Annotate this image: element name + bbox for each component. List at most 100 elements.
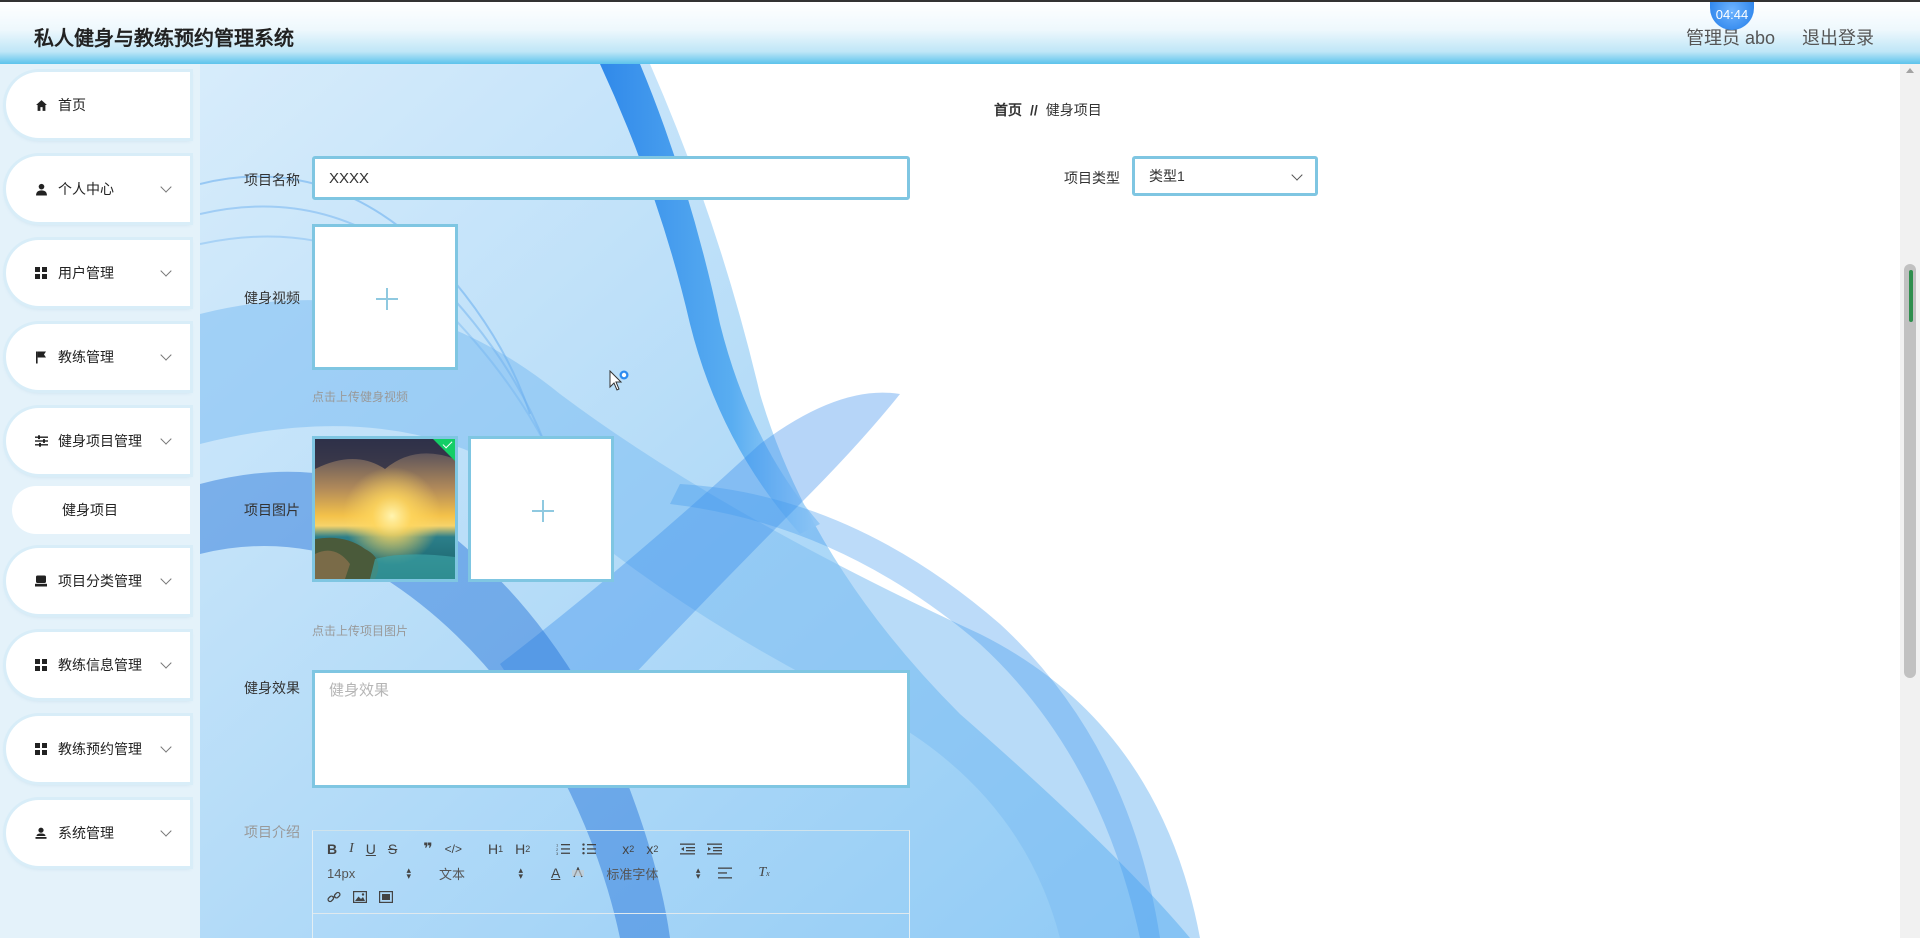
breadcrumb-home[interactable]: 首页 xyxy=(994,102,1022,118)
updown-arrows-icon: ▴ ▾ xyxy=(406,865,411,881)
paragraph-format-value: 文本 xyxy=(439,866,466,882)
sidebar-item-category-management[interactable]: 项目分类管理 xyxy=(6,548,190,614)
image-upload-hint: 点击上传项目图片 xyxy=(312,624,409,638)
bullet-list-icon[interactable] xyxy=(582,843,597,855)
project-image-label: 项目图片 xyxy=(244,502,300,518)
sidebar-item-personal-center[interactable]: 个人中心 xyxy=(6,156,190,222)
chevron-down-icon xyxy=(160,657,172,669)
header-2-button[interactable]: H2 xyxy=(515,841,530,857)
indent-increase-icon[interactable] xyxy=(707,843,723,855)
sidebar-item-label: 系统管理 xyxy=(58,825,114,841)
indent-decrease-icon[interactable] xyxy=(680,843,696,855)
uploaded-project-image[interactable] xyxy=(312,436,458,582)
top-header: 私人健身与教练预约管理系统 管理员 abo 退出登录 04:44 xyxy=(0,0,1920,64)
image-icon[interactable] xyxy=(353,891,367,903)
scroll-up-arrow-icon[interactable] xyxy=(1906,68,1914,73)
code-block-icon[interactable]: </> xyxy=(445,842,462,856)
italic-button[interactable]: I xyxy=(349,841,354,857)
editor-toolbar-row-2: 14px ▴ ▾ 文本 ▴ ▾ A 标准字体 ▴ ▾ Tx xyxy=(327,863,782,883)
project-intro-label: 项目介绍 xyxy=(244,824,300,840)
video-upload-hint: 点击上传健身视频 xyxy=(312,390,409,404)
page-scrollbar[interactable] xyxy=(1900,64,1920,938)
sidebar-item-label: 教练管理 xyxy=(58,349,114,365)
person-icon xyxy=(34,182,48,196)
logout-link[interactable]: 退出登录 xyxy=(1802,24,1874,50)
paragraph-format-select[interactable]: 文本 ▴ ▾ xyxy=(439,864,523,883)
align-icon[interactable] xyxy=(718,867,733,879)
home-icon xyxy=(34,98,48,112)
sidebar-item-fitness-project-management[interactable]: 健身项目管理 xyxy=(6,408,190,474)
font-family-select[interactable]: 标准字体 ▴ ▾ xyxy=(606,864,700,883)
chevron-down-icon xyxy=(1291,169,1303,181)
link-icon[interactable] xyxy=(327,890,341,904)
project-type-selected-value: 类型1 xyxy=(1149,168,1185,184)
sidebar-item-label: 健身项目管理 xyxy=(58,433,142,449)
sidebar-item-label: 首页 xyxy=(58,97,86,113)
image-upload-button[interactable] xyxy=(468,436,614,582)
sidebar-item-user-management[interactable]: 用户管理 xyxy=(6,240,190,306)
chevron-down-icon xyxy=(160,825,172,837)
font-color-icon[interactable]: A xyxy=(551,865,560,881)
plus-icon xyxy=(542,500,544,522)
sidebar-item-label: 项目分类管理 xyxy=(58,573,142,589)
underline-button[interactable]: U xyxy=(366,841,376,857)
project-name-field-wrapper xyxy=(312,156,910,200)
sidebar-item-label: 用户管理 xyxy=(58,265,114,281)
font-size-value: 14px xyxy=(327,865,356,881)
fitness-effect-textarea[interactable] xyxy=(315,673,907,785)
sidebar-item-label: 教练信息管理 xyxy=(58,657,142,673)
sidebar: 首页 个人中心 用户管理 教练管理 健身项目管理 健身项目 项目分类管理 教练信… xyxy=(0,64,200,938)
sidebar-subitem-fitness-project[interactable]: 健身项目 xyxy=(12,486,190,534)
font-family-value: 标准字体 xyxy=(606,866,659,882)
project-name-input[interactable] xyxy=(315,159,907,197)
updown-arrows-icon: ▴ ▾ xyxy=(518,865,523,881)
bold-button[interactable]: B xyxy=(327,841,337,857)
svg-text:3: 3 xyxy=(556,851,559,855)
strike-button[interactable]: S xyxy=(388,841,397,857)
font-size-select[interactable]: 14px ▴ ▾ xyxy=(327,866,411,881)
grid-icon xyxy=(34,266,48,280)
editor-toolbar-row-3 xyxy=(327,887,405,907)
subscript-button[interactable]: x2 xyxy=(622,841,634,857)
breadcrumb-separator: // xyxy=(1030,102,1038,118)
scroll-indicator xyxy=(1909,270,1913,322)
scrollbar-thumb[interactable] xyxy=(1904,264,1916,678)
project-type-select[interactable]: 类型1 xyxy=(1132,156,1318,196)
fitness-effect-field-wrapper xyxy=(312,670,910,788)
breadcrumb-current: 健身项目 xyxy=(1045,102,1102,118)
fitness-effect-label: 健身效果 xyxy=(244,680,300,696)
sidebar-item-coach-info-management[interactable]: 教练信息管理 xyxy=(6,632,190,698)
background-color-icon[interactable] xyxy=(572,867,585,879)
chevron-down-icon xyxy=(160,181,172,193)
clean-format-icon[interactable]: Tx xyxy=(758,865,769,881)
video-icon[interactable] xyxy=(379,891,393,903)
user-cog-icon xyxy=(34,826,48,840)
flag-icon xyxy=(34,350,48,364)
blockquote-icon[interactable]: ❞ xyxy=(423,839,432,859)
video-upload-button[interactable] xyxy=(312,224,458,370)
pointer-cursor-icon xyxy=(608,369,630,397)
grid-icon xyxy=(34,658,48,672)
box-icon xyxy=(34,574,48,588)
project-name-label: 项目名称 xyxy=(244,172,300,188)
ordered-list-icon[interactable]: 123 xyxy=(556,843,571,855)
header-1-button[interactable]: H1 xyxy=(488,841,503,857)
chevron-down-icon xyxy=(160,741,172,753)
sidebar-item-system-management[interactable]: 系统管理 xyxy=(6,800,190,866)
chevron-down-icon xyxy=(160,349,172,361)
chevron-down-icon xyxy=(160,433,172,445)
chevron-down-icon xyxy=(160,265,172,277)
sidebar-item-label: 个人中心 xyxy=(58,181,114,197)
grid-icon xyxy=(34,742,48,756)
breadcrumb: 首页 // 健身项目 xyxy=(994,100,1102,120)
fitness-video-label: 健身视频 xyxy=(244,290,300,306)
project-type-label: 项目类型 xyxy=(1064,170,1120,186)
sidebar-item-coach-management[interactable]: 教练管理 xyxy=(6,324,190,390)
rich-text-editor: B I U S ❞ </> H1 H2 123 x2 x2 14px ▴ ▾ 文… xyxy=(312,830,910,938)
sidebar-item-label: 教练预约管理 xyxy=(58,741,142,757)
superscript-button[interactable]: x2 xyxy=(646,841,658,857)
plus-icon xyxy=(386,288,388,310)
sidebar-item-home[interactable]: 首页 xyxy=(6,72,190,138)
sidebar-item-coach-booking-management[interactable]: 教练预约管理 xyxy=(6,716,190,782)
sliders-icon xyxy=(34,434,48,448)
